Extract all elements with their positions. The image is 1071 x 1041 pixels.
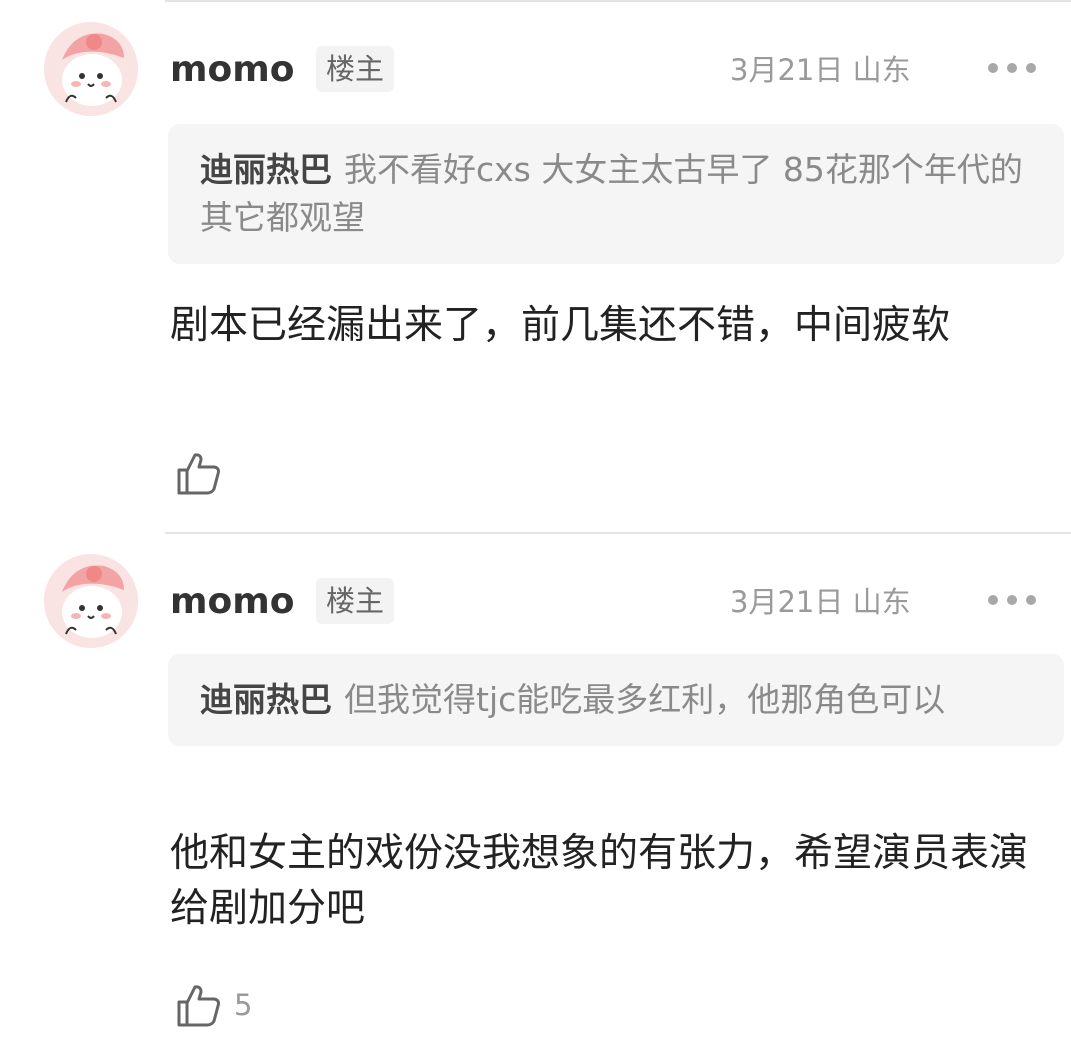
- quoted-reply[interactable]: 迪丽热巴 但我觉得tjc能吃最多红利，他那角色可以: [168, 654, 1064, 746]
- comment-date-location: 3月21日 山东: [730, 585, 911, 619]
- thumbs-up-icon: [177, 985, 220, 1027]
- op-badge: 楼主: [316, 578, 395, 624]
- op-badge: 楼主: [316, 46, 395, 92]
- thumbs-up-icon: [177, 453, 220, 495]
- quoted-reply[interactable]: 迪丽热巴 我不看好cxs 大女主太古早了 85花那个年代的 其它都观望: [168, 124, 1064, 264]
- username[interactable]: momo: [170, 580, 295, 624]
- comment-item: momo 楼主 3月21日 山东 迪丽热巴 但我觉得tjc能吃最多红利，他那角色可…: [0, 534, 1071, 1041]
- quote-text: 但我觉得tjc能吃最多红利，他那角色可以: [344, 680, 946, 719]
- user-avatar[interactable]: [44, 22, 138, 116]
- username[interactable]: momo: [170, 48, 295, 92]
- more-dots-icon[interactable]: [988, 590, 1036, 610]
- more-dots-icon[interactable]: [988, 58, 1036, 78]
- like-button[interactable]: [176, 450, 234, 496]
- comment-text: 剧本已经漏出来了，前几集还不错，中间疲软: [170, 303, 951, 348]
- user-avatar[interactable]: [44, 554, 138, 648]
- like-count: 5: [234, 988, 253, 1022]
- comment-date-location: 3月21日 山东: [730, 53, 911, 87]
- quote-author[interactable]: 迪丽热巴: [200, 680, 332, 719]
- quote-author[interactable]: 迪丽热巴: [200, 150, 332, 189]
- cartoon-avatar-icon: [44, 554, 138, 648]
- comment-text: 他和女主的戏份没我想象的有张力，希望演员表演给剧加分吧: [170, 831, 1029, 931]
- like-button[interactable]: 5: [176, 982, 252, 1028]
- comment-item: momo 楼主 3月21日 山东 迪丽热巴 我不看好cxs 大女主太古早了 85花…: [0, 0, 1071, 532]
- cartoon-avatar-icon: [44, 22, 138, 116]
